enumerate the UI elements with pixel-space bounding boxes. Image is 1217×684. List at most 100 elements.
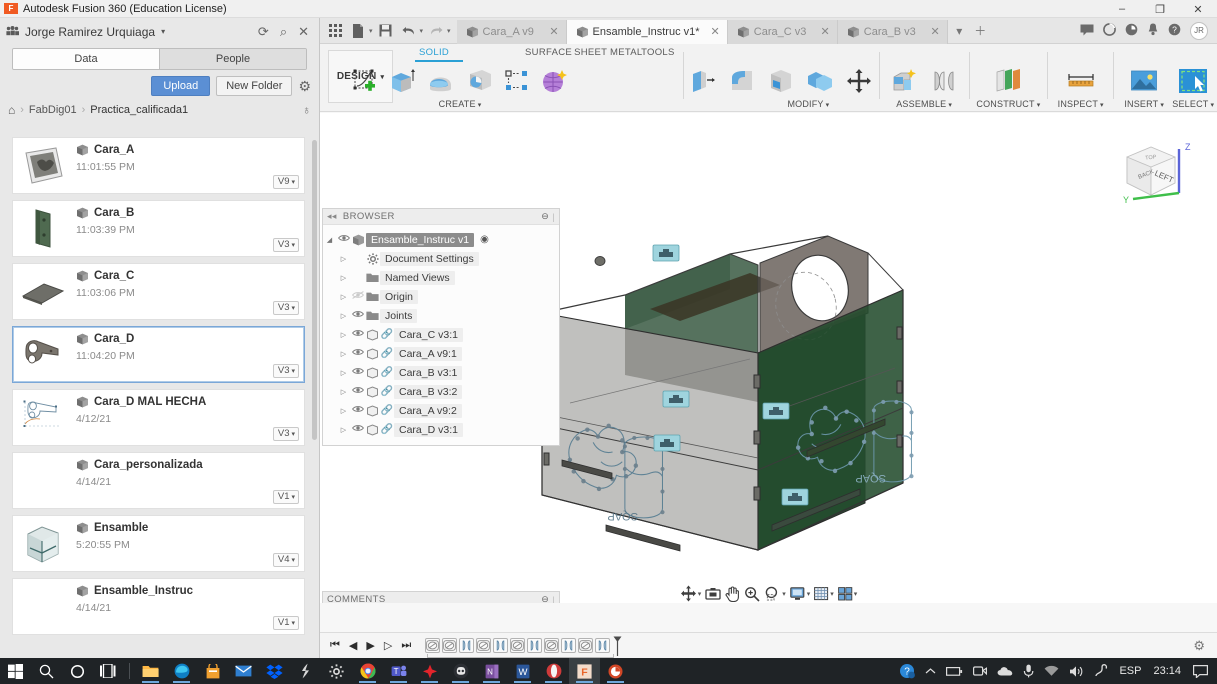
browser-row[interactable]: ▷🔗Cara_C v3:1: [323, 325, 559, 344]
microphone-icon[interactable]: [1018, 658, 1039, 684]
task-view-icon[interactable]: [93, 658, 124, 684]
document-tab[interactable]: Cara_B v3✕: [838, 20, 948, 44]
file-version-badge[interactable]: V1▾: [273, 616, 299, 630]
avatar[interactable]: JR: [1190, 22, 1208, 40]
insert-image-icon[interactable]: [1126, 64, 1162, 98]
timeline-node-rigid-group-icon[interactable]: [459, 638, 474, 653]
browser-row[interactable]: ◢Ensamble_Instruc v1◉: [323, 230, 559, 249]
file-version-badge[interactable]: V3▾: [273, 427, 299, 441]
ribbon-group-caption-construct[interactable]: CONSTRUCT▾: [976, 99, 1040, 109]
timeline-node-joint-icon[interactable]: [425, 638, 440, 653]
save-icon[interactable]: [376, 21, 396, 41]
expand-triangle-icon[interactable]: ▷: [337, 426, 350, 434]
file-card[interactable]: Ensamble_Instruc4/14/21V1▾: [12, 578, 305, 635]
get-help-icon[interactable]: ?: [894, 658, 920, 684]
view-navigation-bar[interactable]: ▾▾▾▾▾: [320, 581, 1217, 606]
zoom-icon[interactable]: [742, 584, 762, 604]
file-version-badge[interactable]: V3▾: [273, 364, 299, 378]
chevron-down-icon[interactable]: ▾: [782, 590, 786, 598]
gear-icon[interactable]: ⚙: [298, 79, 311, 93]
close-icon[interactable]: ✕: [543, 25, 558, 38]
browser-row[interactable]: ▷Origin: [323, 287, 559, 306]
ribbon-group-caption-select[interactable]: SELECT▾: [1172, 99, 1214, 109]
teams-icon[interactable]: T: [383, 658, 414, 684]
visibility-eye-icon[interactable]: [350, 367, 365, 378]
tab-people[interactable]: People: [159, 49, 306, 69]
file-explorer-icon[interactable]: [135, 658, 166, 684]
new-tab-icon[interactable]: ＋: [971, 20, 990, 42]
offset-plane-icon[interactable]: [990, 64, 1026, 98]
timeline-node-rigid-group-icon[interactable]: [595, 638, 610, 653]
browser-row[interactable]: ▷Document Settings: [323, 249, 559, 268]
browser-menu-icon[interactable]: ⊖: [541, 211, 549, 222]
revolve-icon[interactable]: [423, 64, 459, 98]
timeline-node-joint-icon[interactable]: [442, 638, 457, 653]
document-tab[interactable]: Cara_A v9✕: [457, 20, 567, 44]
joint-icon[interactable]: [926, 64, 962, 98]
close-icon[interactable]: ✕: [925, 25, 940, 38]
clock[interactable]: 23:14: [1146, 665, 1188, 677]
account-name[interactable]: Jorge Ramirez Urquiaga: [25, 25, 155, 39]
timeline-play-button[interactable]: ▶: [366, 639, 374, 652]
combine-icon[interactable]: [802, 64, 838, 98]
select-icon[interactable]: [1175, 64, 1211, 98]
word-icon[interactable]: W: [507, 658, 538, 684]
tab-solid[interactable]: SOLID: [419, 47, 449, 58]
visibility-eye-icon[interactable]: [350, 424, 365, 435]
edge-icon[interactable]: [166, 658, 197, 684]
expand-triangle-icon[interactable]: ▷: [337, 293, 350, 301]
activate-component-icon[interactable]: ◉: [480, 234, 489, 245]
file-card[interactable]: Cara_personalizada4/14/21V1▾: [12, 452, 305, 509]
search-icon[interactable]: ⌕: [280, 25, 287, 38]
timeline-node-joint-icon[interactable]: [510, 638, 525, 653]
taskbar-apps[interactable]: TNWF: [135, 658, 631, 684]
extrude-icon[interactable]: [384, 64, 420, 98]
browser-row[interactable]: ▷🔗Cara_B v3:2: [323, 382, 559, 401]
timeline-node-joint-icon[interactable]: [578, 638, 593, 653]
file-version-badge[interactable]: V3▾: [273, 301, 299, 315]
breadcrumb-item-project[interactable]: FabDig01: [29, 104, 77, 116]
undo-icon[interactable]: [399, 21, 419, 41]
visibility-eye-icon[interactable]: [350, 348, 365, 359]
align-icon[interactable]: [841, 64, 877, 98]
timeline-node-rigid-group-icon[interactable]: [561, 638, 576, 653]
onedrive-icon[interactable]: [992, 658, 1018, 684]
visibility-eye-icon[interactable]: [350, 386, 365, 397]
browser-row[interactable]: ▷🔗Cara_B v3:1: [323, 363, 559, 382]
tab-tools[interactable]: TOOLS: [641, 47, 675, 58]
expand-triangle-icon[interactable]: ▷: [337, 274, 350, 282]
timeline-settings-icon[interactable]: ⚙: [1193, 638, 1217, 654]
chevron-down-icon[interactable]: ▾: [698, 590, 702, 598]
new-folder-button[interactable]: New Folder: [216, 76, 292, 96]
expand-triangle-icon[interactable]: ▷: [337, 369, 350, 377]
timeline-node-joint-icon[interactable]: [476, 638, 491, 653]
collapse-icon[interactable]: ◂◂: [327, 211, 337, 222]
dropbox-icon[interactable]: [259, 658, 290, 684]
expand-triangle-icon[interactable]: ▷: [337, 350, 350, 358]
tab-sheet-metal[interactable]: SHEET METAL: [574, 47, 642, 58]
file-card[interactable]: Cara_B11:03:39 PMV3▾: [12, 200, 305, 257]
visibility-eye-icon[interactable]: [336, 234, 351, 245]
look-at-icon[interactable]: [703, 584, 723, 604]
ribbon-group-caption-modify[interactable]: MODIFY▾: [787, 99, 829, 109]
file-version-badge[interactable]: V9▾: [273, 175, 299, 189]
visibility-eye-icon[interactable]: [350, 329, 365, 340]
battery-icon[interactable]: [941, 658, 968, 684]
upload-button[interactable]: Upload: [151, 76, 210, 96]
help-icon[interactable]: ?: [1168, 23, 1181, 38]
pan-icon[interactable]: [723, 584, 742, 604]
microsoft-store-icon[interactable]: [197, 658, 228, 684]
browser-tree[interactable]: ◢Ensamble_Instruc v1◉▷Document Settings▷…: [323, 225, 559, 445]
maximize-button[interactable]: ❐: [1141, 0, 1179, 18]
chevron-down-icon[interactable]: ▾: [447, 27, 451, 35]
expand-triangle-icon[interactable]: ▷: [337, 255, 350, 263]
orbit-icon[interactable]: ▾: [678, 584, 704, 604]
visibility-eye-icon[interactable]: [350, 291, 365, 302]
recent-icon[interactable]: [1125, 23, 1138, 38]
press-pull-icon[interactable]: [685, 64, 721, 98]
timeline-nodes[interactable]: [425, 636, 621, 655]
file-card[interactable]: Ensamble5:20:55 PMV4▾: [12, 515, 305, 572]
home-icon[interactable]: ⌂: [8, 103, 15, 117]
view-cube[interactable]: BACK LEFT TOP Z Y: [1117, 135, 1195, 207]
document-tabs[interactable]: Cara_A v9✕Ensamble_Instruc v1*✕Cara_C v3…: [457, 18, 948, 44]
